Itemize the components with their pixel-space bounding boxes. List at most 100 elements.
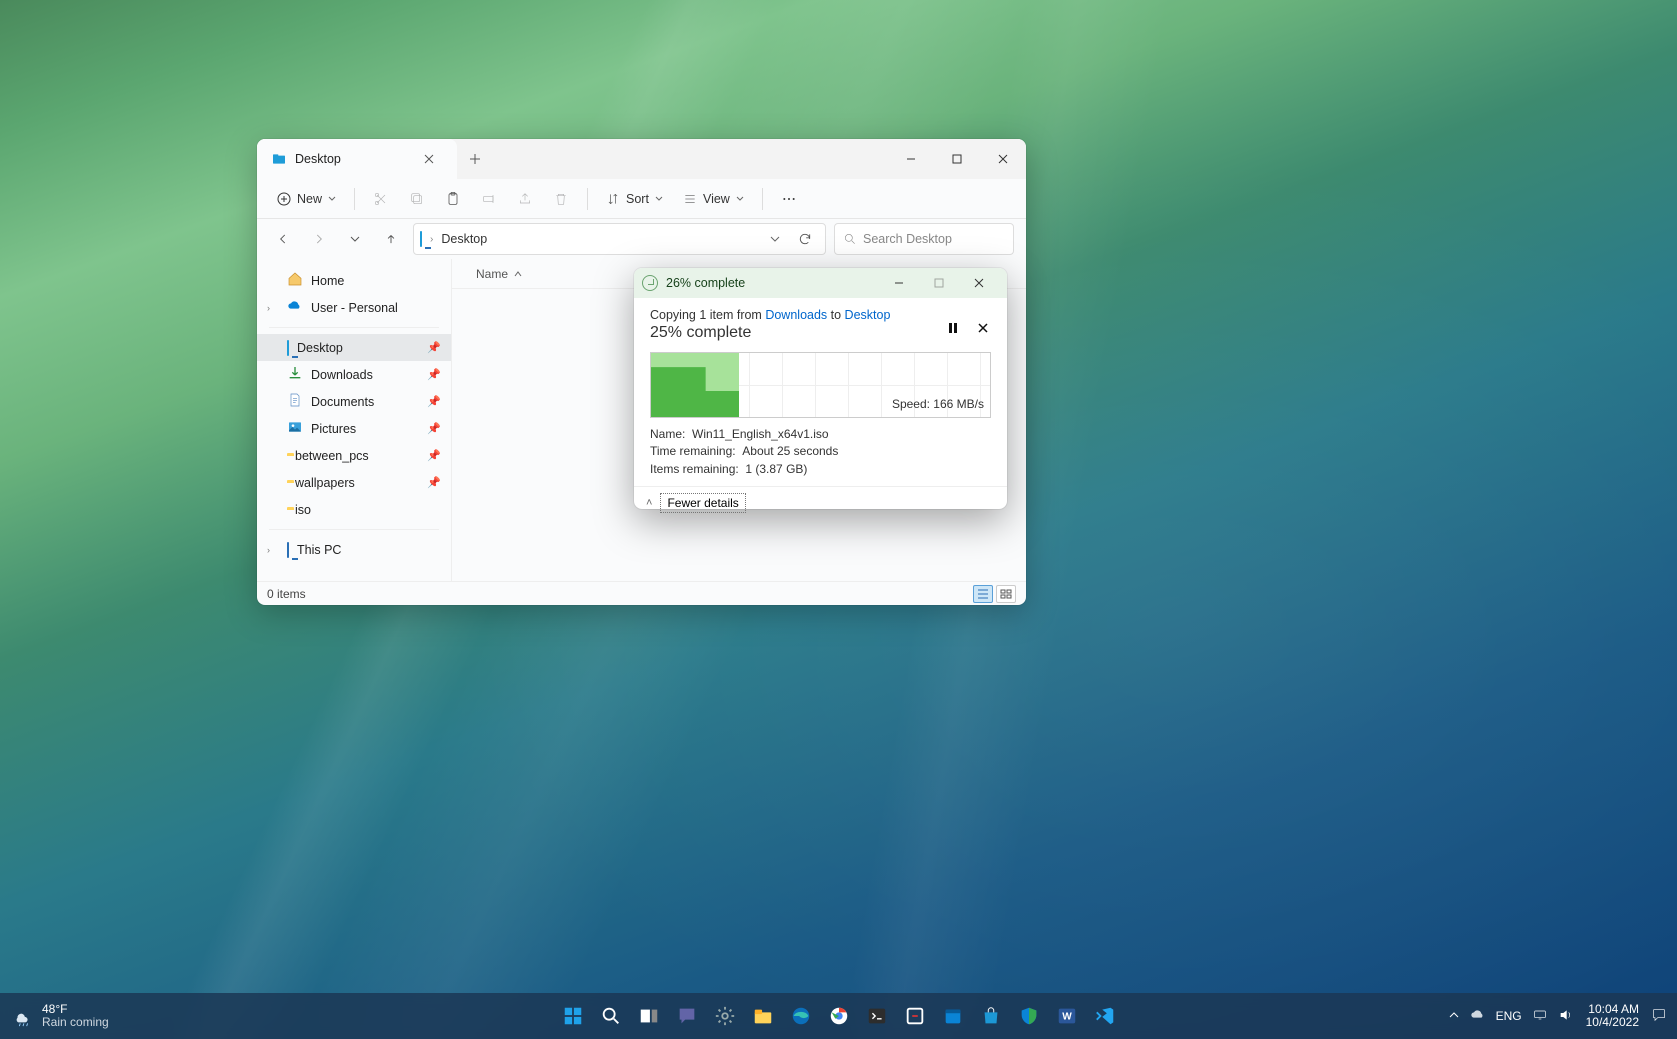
sidebar-item-iso[interactable]: iso	[257, 496, 451, 523]
task-view-button[interactable]	[634, 1001, 664, 1031]
sidebar-item-betweenpcs[interactable]: between_pcs 📌	[257, 442, 451, 469]
address-row: › Desktop Search Desktop	[257, 219, 1026, 259]
tab-desktop[interactable]: Desktop	[257, 139, 457, 179]
refresh-button[interactable]	[791, 225, 819, 253]
store-button[interactable]	[976, 1001, 1006, 1031]
sort-button[interactable]: Sort	[598, 183, 671, 215]
edge-button[interactable]	[786, 1001, 816, 1031]
copy-button[interactable]	[401, 183, 433, 215]
file-explorer-button[interactable]	[748, 1001, 778, 1031]
address-bar[interactable]: › Desktop	[413, 223, 826, 255]
security-button[interactable]	[1014, 1001, 1044, 1031]
minimize-button[interactable]	[888, 139, 934, 179]
copy-to-link[interactable]: Desktop	[845, 308, 891, 322]
sidebar-item-downloads[interactable]: Downloads 📌	[257, 361, 451, 388]
start-button[interactable]	[558, 1001, 588, 1031]
sidebar-item-label: User - Personal	[311, 301, 398, 315]
more-button[interactable]	[773, 183, 805, 215]
chevron-right-icon: ›	[267, 545, 270, 555]
pin-icon: 📌	[427, 341, 441, 354]
taskbar[interactable]: 48°F Rain coming W ENG 10:04 AM	[0, 993, 1677, 1039]
home-icon	[287, 271, 303, 290]
sidebar-item-desktop[interactable]: Desktop 📌	[257, 334, 451, 361]
speed-graph: Speed: 166 MB/s	[650, 352, 991, 418]
terminal-button[interactable]	[862, 1001, 892, 1031]
toolbar: New Sort View	[257, 179, 1026, 219]
clock[interactable]: 10:04 AM 10/4/2022	[1586, 1003, 1639, 1029]
chat-button[interactable]	[672, 1001, 702, 1031]
settings-button[interactable]	[710, 1001, 740, 1031]
svg-text:W: W	[1062, 1012, 1072, 1023]
new-button[interactable]: New	[269, 183, 344, 215]
weather-desc: Rain coming	[42, 1016, 109, 1029]
back-button[interactable]	[269, 225, 297, 253]
paste-button[interactable]	[437, 183, 469, 215]
weather-widget[interactable]: 48°F Rain coming	[12, 1003, 109, 1029]
new-tab-button[interactable]	[457, 139, 493, 179]
search-button[interactable]	[596, 1001, 626, 1031]
sort-asc-icon	[514, 270, 522, 278]
copy-minimize-button[interactable]	[879, 268, 919, 298]
view-label: View	[703, 192, 730, 206]
sidebar-item-documents[interactable]: Documents 📌	[257, 388, 451, 415]
picture-icon	[287, 419, 303, 438]
calendar-button[interactable]	[938, 1001, 968, 1031]
pin-icon: 📌	[427, 476, 441, 489]
thumb-view-button[interactable]	[996, 585, 1016, 603]
network-tray-icon[interactable]	[1532, 1007, 1548, 1026]
pin-icon: 📌	[427, 422, 441, 435]
notifications-button[interactable]	[1651, 1007, 1667, 1026]
forward-button[interactable]	[305, 225, 333, 253]
status-bar: 0 items	[257, 581, 1026, 605]
sidebar-item-home[interactable]: Home	[257, 267, 451, 294]
column-name[interactable]: Name	[452, 267, 546, 281]
view-button[interactable]: View	[675, 183, 752, 215]
name-value: Win11_English_x64v1.iso	[692, 427, 829, 441]
copy-title-text: 26% complete	[666, 276, 871, 290]
sort-label: Sort	[626, 192, 649, 206]
word-button[interactable]: W	[1052, 1001, 1082, 1031]
sidebar-item-label: iso	[295, 503, 311, 517]
titlebar[interactable]: Desktop	[257, 139, 1026, 179]
copy-from-link[interactable]: Downloads	[765, 308, 827, 322]
copy-titlebar[interactable]: 26% complete	[634, 268, 1007, 298]
chevron-right-icon: ›	[267, 303, 270, 313]
close-button[interactable]	[980, 139, 1026, 179]
rename-button[interactable]	[473, 183, 505, 215]
sidebar[interactable]: Home › User - Personal Desktop 📌 Downloa…	[257, 259, 452, 581]
weather-icon	[12, 1005, 34, 1027]
volume-tray-icon[interactable]	[1558, 1007, 1574, 1026]
item-count: 0 items	[267, 587, 306, 601]
fewer-details-button[interactable]: Fewer details	[660, 493, 745, 513]
delete-button[interactable]	[545, 183, 577, 215]
copy-close-button[interactable]	[959, 268, 999, 298]
folder-icon	[271, 151, 287, 167]
vscode-button[interactable]	[1090, 1001, 1120, 1031]
tray-chevron-icon[interactable]	[1448, 1009, 1460, 1024]
maximize-button[interactable]	[934, 139, 980, 179]
recent-button[interactable]	[341, 225, 369, 253]
search-box[interactable]: Search Desktop	[834, 223, 1014, 255]
cancel-button[interactable]	[975, 320, 991, 336]
share-button[interactable]	[509, 183, 541, 215]
language-indicator[interactable]: ENG	[1496, 1009, 1522, 1023]
cut-button[interactable]	[365, 183, 397, 215]
column-label: Name	[476, 267, 508, 281]
system-tray[interactable]: ENG	[1448, 1007, 1574, 1026]
sidebar-item-pictures[interactable]: Pictures 📌	[257, 415, 451, 442]
sidebar-item-wallpapers[interactable]: wallpapers 📌	[257, 469, 451, 496]
sidebar-item-user[interactable]: › User - Personal	[257, 294, 451, 321]
pause-button[interactable]	[945, 320, 961, 336]
onedrive-tray-icon[interactable]	[1470, 1007, 1486, 1026]
download-icon	[287, 365, 303, 384]
chevron-down-icon	[736, 195, 744, 203]
snip-button[interactable]	[900, 1001, 930, 1031]
up-button[interactable]	[377, 225, 405, 253]
sidebar-item-thispc[interactable]: › This PC	[257, 536, 451, 563]
breadcrumb[interactable]: Desktop	[441, 232, 487, 246]
tab-close-button[interactable]	[415, 145, 443, 173]
chrome-button[interactable]	[824, 1001, 854, 1031]
details-view-button[interactable]	[973, 585, 993, 603]
search-placeholder: Search Desktop	[863, 232, 952, 246]
address-dropdown-button[interactable]	[761, 225, 789, 253]
